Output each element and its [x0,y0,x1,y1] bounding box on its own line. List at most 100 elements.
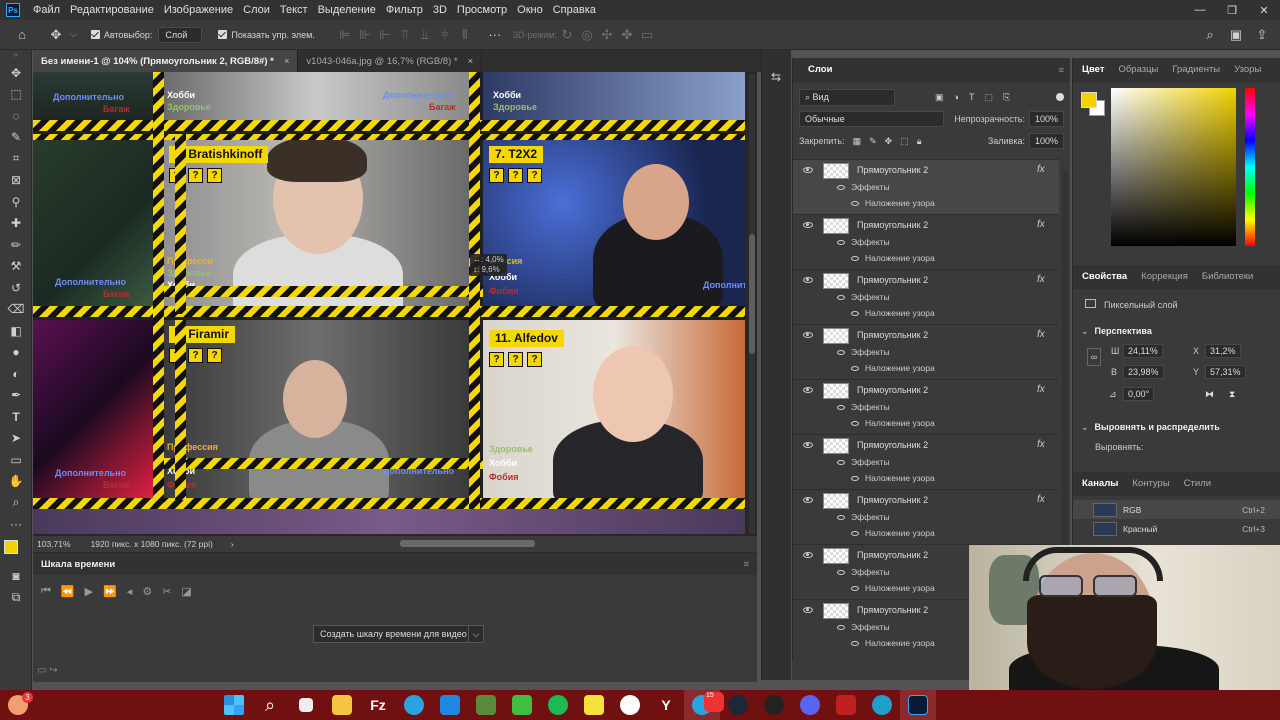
transform-section-header[interactable]: ⌄ Перспектива [1081,326,1152,337]
task-view-icon[interactable] [288,690,324,720]
tab-color[interactable]: Цвет [1075,58,1111,82]
visibility-eye-icon[interactable] [803,277,813,283]
eyedropper-tool[interactable]: ⚲ [0,191,32,213]
quick-mask-icon[interactable]: ◙ [0,565,32,587]
edge-icon[interactable] [864,690,900,720]
healing-brush-tool[interactable]: ✚ [0,213,32,235]
clone-stamp-tool[interactable]: ⚒ [0,256,32,278]
tool-preset-chevron-icon[interactable]: ⌵ [70,29,77,40]
rectangle-tool[interactable]: ▭ [0,449,32,471]
yandex-icon[interactable]: Y [648,690,684,720]
scissors-icon[interactable]: ✂ [162,585,171,598]
game-icon[interactable] [828,690,864,720]
visibility-eye-icon[interactable] [803,607,813,613]
eraser-tool[interactable]: ⌫ [0,299,32,321]
menu-type[interactable]: Текст [275,4,313,16]
tab-layers[interactable]: Слои [801,58,839,82]
gradient-tool[interactable]: ◧ [0,320,32,342]
camera-3d-icon[interactable]: ▭ [637,25,657,45]
width-field[interactable]: 24,11% [1123,344,1163,358]
photoshop-taskbar-icon[interactable] [900,690,936,720]
layer-row[interactable]: Прямоугольник 2 fx Эффекты Наложение узора [793,159,1059,214]
fx-icon[interactable]: fx [1037,274,1045,285]
autoselect-checkbox[interactable]: Автовыбор: [90,30,152,40]
tab-libraries[interactable]: Библиотеки [1195,265,1260,289]
layer-row[interactable]: Прямоугольник 2 fx Эффекты Наложение узора [793,324,1059,379]
flip-vertical-icon[interactable]: ⧗ [1229,389,1235,400]
collapse-tools-icon[interactable]: » [0,50,31,62]
create-video-timeline-button[interactable]: Создать шкалу времени для видео [313,625,474,643]
layer-row[interactable]: Прямоугольник 2 fx Эффекты Наложение узора [793,434,1059,489]
align-top-icon[interactable]: ⫪ [395,25,415,45]
canvas-vertical-scrollbar[interactable] [749,74,755,534]
workspace-icon[interactable]: ▣ [1226,25,1246,45]
next-frame-icon[interactable]: ⏩ [103,585,117,598]
minimize-button[interactable]: — [1184,0,1216,20]
hand-tool[interactable]: ✋ [0,471,32,493]
channel-row-red[interactable]: Красный Ctrl+3 [1073,519,1280,538]
windows-start-icon[interactable] [216,690,252,720]
telegram-icon[interactable] [396,690,432,720]
tab-untitled-1[interactable]: Без имени-1 @ 104% (Прямоугольник 2, RGB… [33,50,299,72]
orbit-3d-icon[interactable]: ↻ [557,25,577,45]
prev-frame-icon[interactable]: ⏪ [61,585,75,598]
close-tab-icon[interactable]: × [284,56,290,67]
timeline-footer-icons[interactable]: ▭ ↪ [37,665,58,676]
fx-icon[interactable]: fx [1037,219,1045,230]
close-tab-icon[interactable]: × [468,56,474,67]
zoom-tool[interactable]: ⌕ [0,492,32,514]
fill-field[interactable]: 100% [1028,133,1064,149]
hazard-stripe-selected[interactable] [163,286,483,297]
menu-image[interactable]: Изображение [159,4,238,16]
tab-properties[interactable]: Свойства [1075,265,1134,289]
visibility-eye-icon[interactable] [803,167,813,173]
search-icon[interactable]: ⌕ [1200,25,1220,45]
tab-channels[interactable]: Каналы [1075,472,1125,496]
autoselect-dropdown[interactable]: Слой [158,26,203,43]
link-dimensions-icon[interactable]: ∞ [1087,348,1101,366]
file-explorer-icon[interactable] [324,690,360,720]
show-transform-controls-checkbox[interactable]: Показать упр. элем. [218,30,315,40]
extra-tools-icon[interactable]: ··· [0,514,32,536]
crop-tool[interactable]: ⌗ [0,148,32,170]
foreground-color-swatch[interactable] [1081,92,1097,108]
notes-icon[interactable] [576,690,612,720]
menu-file[interactable]: Файл [28,4,65,16]
tab-gradients[interactable]: Градиенты [1165,58,1227,82]
play-icon[interactable]: ▶ [85,585,93,598]
transition-icon[interactable]: ◪ [181,585,191,598]
dodge-tool[interactable]: ◐ [0,363,32,385]
filter-toggle-icon[interactable] [1056,93,1064,101]
angle-field[interactable]: 0,00° [1123,387,1155,401]
visibility-eye-icon[interactable] [803,497,813,503]
layer-row[interactable]: Прямоугольник 2 fx Эффекты Наложение узора [793,269,1059,324]
audio-icon[interactable]: ◂ [127,585,133,598]
blur-tool[interactable]: ● [0,342,32,364]
lock-icons[interactable]: ▦ ✎ ✥ ⬚ 🔒︎ [853,136,922,147]
fx-icon[interactable]: fx [1037,494,1045,505]
foreground-color-swatch[interactable] [4,540,18,554]
layer-filter-icons[interactable]: ▣ ◑ T ⬚ ⎘ [935,92,1010,103]
tab-swatches[interactable]: Образцы [1111,58,1165,82]
path-selection-tool[interactable]: ➤ [0,428,32,450]
fx-icon[interactable]: fx [1037,329,1045,340]
layer-row[interactable]: Прямоугольник 2 fx Эффекты Наложение узора [793,379,1059,434]
menu-3d[interactable]: 3D [428,4,452,16]
share-icon[interactable]: ⇪ [1252,25,1272,45]
search-icon[interactable]: ⌕ [252,690,288,720]
align-middle-icon[interactable]: ⫫ [415,25,435,45]
visibility-eye-icon[interactable] [803,552,813,558]
creeper-icon[interactable] [504,690,540,720]
stream-tile-firamir[interactable]: 0. Firamir ??? Профессия Хобби Фобия Доп… [163,320,469,498]
screen-mode-icon[interactable]: ⧉ [0,587,32,609]
panel-menu-icon[interactable]: ≡ [1058,65,1064,76]
zoom-level[interactable]: 103,71% [33,539,75,549]
menu-filter[interactable]: Фильтр [381,4,428,16]
blend-mode-dropdown[interactable]: Обычные [799,111,945,127]
minecraft-icon[interactable] [468,690,504,720]
layer-row[interactable]: Прямоугольник 2 fx Эффекты Наложение узора [793,214,1059,269]
align-center-icon[interactable]: ⊪ [355,25,375,45]
type-tool[interactable]: T [0,406,32,428]
align-section-header[interactable]: ⌄ Выровнять и распределить [1081,422,1220,433]
tab-patterns[interactable]: Узоры [1227,58,1268,82]
